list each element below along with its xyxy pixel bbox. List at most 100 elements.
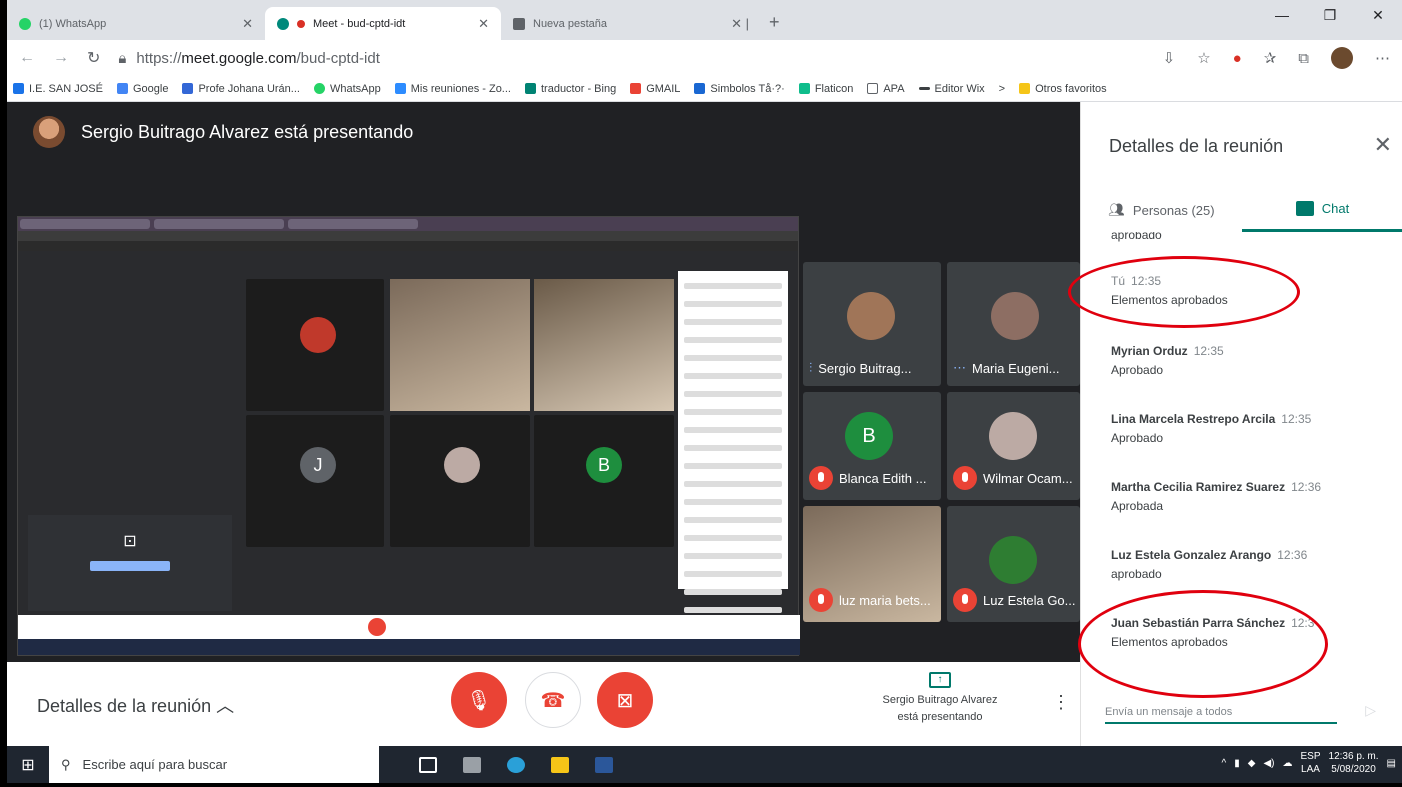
chat-message: Luz Estela Gonzalez Arango 12:36 aprobado: [1111, 546, 1307, 584]
tile-name: Maria Eugeni...: [972, 360, 1060, 376]
bookmark-item[interactable]: I.E. SAN JOSÉ: [13, 83, 103, 95]
file-explorer-icon[interactable]: [551, 756, 569, 773]
shared-hangup-icon: [368, 618, 386, 636]
presenting-name: Sergio Buitrago Alvarez: [882, 694, 998, 706]
participant-tile[interactable]: ⋯ Maria Eugeni...: [947, 262, 1080, 386]
people-tab-label: Personas (25): [1132, 202, 1215, 218]
tab-people[interactable]: 👥︎ Personas (25): [1081, 188, 1242, 232]
edge-icon[interactable]: [507, 756, 525, 773]
taskbar-search[interactable]: ⚲ Escribe aquí para buscar: [49, 746, 379, 783]
participant-tile[interactable]: Wilmar Ocam...: [947, 392, 1080, 500]
minimize-icon[interactable]: —: [1258, 0, 1306, 30]
bookmark-item[interactable]: Google: [116, 83, 168, 95]
more-icon[interactable]: ⋯: [1375, 49, 1390, 67]
word-icon[interactable]: [595, 756, 613, 773]
participant-avatar: [989, 412, 1037, 460]
clock[interactable]: 12:36 p. m. 5/08/2020: [1329, 750, 1379, 776]
close-icon[interactable]: ✕: [242, 16, 253, 32]
bookmark-item[interactable]: Mis reuniones - Zo...: [394, 83, 511, 95]
back-icon[interactable]: ←: [19, 49, 35, 67]
profile-avatar[interactable]: [1331, 47, 1353, 69]
bookmark-item[interactable]: APA: [867, 83, 905, 95]
close-icon[interactable]: ✕: [478, 16, 489, 32]
tab-meet[interactable]: Meet - bud-cptd-idt ✕: [265, 7, 501, 40]
shared-avatar: [444, 447, 480, 483]
notifications-icon[interactable]: ▤: [1387, 758, 1396, 769]
participant-tile[interactable]: luz maria bets...: [803, 506, 941, 622]
message-time: 12:36: [1291, 480, 1322, 494]
new-tab-button[interactable]: +: [769, 7, 780, 40]
favorites-icon[interactable]: ✰: [1264, 49, 1277, 67]
system-tray: ^ ▮ ◆ ◀) ☁︎ ESP LAA 12:36 p. m. 5/08/2020 …: [1222, 750, 1396, 776]
bookmark-icon: [694, 83, 706, 94]
adblock-icon[interactable]: ●: [1233, 50, 1242, 67]
close-icon[interactable]: ✕ |: [731, 16, 749, 32]
chat-input[interactable]: Envía un mensaje a todos: [1105, 706, 1337, 724]
volume-icon[interactable]: ◀): [1263, 758, 1274, 769]
message-text: Aprobado: [1111, 431, 1164, 446]
windows-start-icon[interactable]: ⊞: [7, 755, 49, 775]
bookmarks-overflow[interactable]: >: [999, 83, 1005, 95]
participant-tile[interactable]: ⫶ Sergio Buitrag...: [803, 262, 941, 386]
maximize-icon[interactable]: ❐: [1306, 0, 1354, 30]
search-icon: ⚲: [61, 756, 71, 772]
present-icon: ⊡: [123, 533, 137, 550]
participant-avatar: B: [845, 412, 893, 460]
browser-tab-bar: (1) WhatsApp ✕ Meet - bud-cptd-idt ✕ Nue…: [7, 0, 1402, 40]
cloud-icon[interactable]: ☁︎: [1283, 758, 1293, 769]
participant-name: ⫶ Sergio Buitrag...: [809, 360, 911, 376]
bookmark-icon: [13, 83, 24, 94]
meeting-details-toggle[interactable]: Detalles de la reunión ︿: [37, 692, 234, 718]
participant-tile[interactable]: Luz Estela Go...: [947, 506, 1080, 622]
bookmark-item[interactable]: traductor - Bing: [524, 83, 616, 95]
window-close-icon[interactable]: ✕: [1354, 0, 1402, 30]
language-indicator[interactable]: ESP LAA: [1301, 750, 1321, 776]
task-view-icon[interactable]: [419, 756, 437, 773]
bookmark-item[interactable]: Editor Wix: [918, 83, 985, 95]
gmail-icon: [630, 83, 642, 94]
bookmark-item[interactable]: GMAIL: [630, 83, 680, 95]
bookmark-item[interactable]: Flaticon: [798, 83, 853, 95]
flaticon-icon: [798, 83, 810, 94]
tray-app-icon[interactable]: ▮: [1234, 758, 1240, 769]
shared-bottom-bar: [18, 615, 800, 639]
bing-icon: [524, 83, 536, 94]
shared-avatar: B: [586, 447, 622, 483]
participant-name: Wilmar Ocam...: [953, 466, 1073, 490]
calculator-icon[interactable]: [463, 756, 481, 773]
reload-icon[interactable]: ↻: [87, 48, 100, 68]
mic-permission-icon[interactable]: ⇩: [1163, 49, 1176, 67]
forward-icon[interactable]: →: [53, 49, 69, 67]
meet-icon: [277, 17, 289, 30]
message-text: aprobado: [1111, 232, 1162, 242]
tab-new[interactable]: Nueva pestaña ✕ |: [501, 7, 761, 40]
send-icon[interactable]: ▷: [1365, 702, 1376, 719]
collections-icon[interactable]: ⧉: [1298, 50, 1309, 67]
bookmark-item[interactable]: Simbolos Tå·?·: [694, 83, 785, 95]
favorite-star-icon[interactable]: ☆: [1197, 49, 1210, 67]
participant-avatar: [847, 292, 895, 340]
url-prefix: https://: [136, 49, 182, 67]
leave-call-button[interactable]: ☎︎: [525, 672, 581, 728]
bookmark-item[interactable]: Profe Johana Urán...: [182, 83, 300, 95]
camera-toggle-button[interactable]: ⊠: [597, 672, 653, 728]
lock-icon: 🔒︎: [118, 49, 127, 67]
presentation-status[interactable]: ↑ Sergio Buitrago Alvarez está presentan…: [865, 672, 1015, 725]
present-screen-icon: ↑: [929, 672, 951, 688]
network-icon[interactable]: ◆: [1248, 758, 1256, 769]
message-text: Aprobada: [1111, 499, 1164, 514]
shared-screen: ⊡ J B: [17, 216, 800, 656]
url-field[interactable]: 🔒︎ https://meet.google.com/bud-cptd-idt: [118, 50, 1144, 67]
close-panel-icon[interactable]: ✕: [1374, 132, 1392, 158]
bookmark-folder[interactable]: Otros favoritos: [1019, 83, 1107, 95]
mic-off-icon: 🎙︎: [466, 689, 492, 712]
tab-chat[interactable]: Chat: [1242, 188, 1402, 232]
bookmark-item[interactable]: WhatsApp: [313, 83, 381, 95]
more-options-icon[interactable]: ⋮: [1052, 692, 1070, 713]
mic-toggle-button[interactable]: 🎙︎: [451, 672, 507, 728]
participant-tile[interactable]: B Blanca Edith ...: [803, 392, 941, 500]
tab-whatsapp[interactable]: (1) WhatsApp ✕: [7, 7, 265, 40]
tray-up-icon[interactable]: ^: [1222, 758, 1227, 769]
shared-bookmarks: [18, 241, 798, 251]
lang-code: ESP: [1300, 751, 1321, 762]
